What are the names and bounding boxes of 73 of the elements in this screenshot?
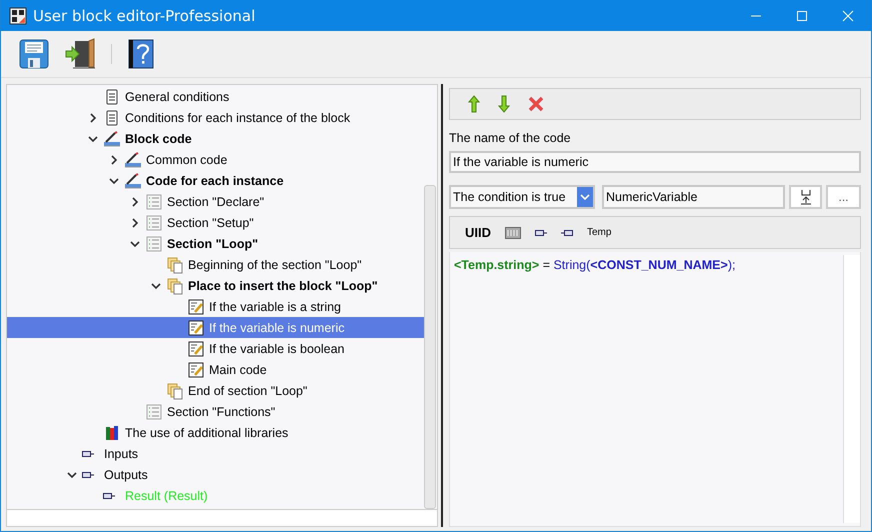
- tree-item[interactable]: The use of additional libraries: [7, 422, 424, 443]
- note-icon: [187, 360, 205, 378]
- chevron-down-icon[interactable]: [88, 134, 98, 142]
- code-icon: [124, 150, 142, 168]
- vertical-scrollbar[interactable]: [843, 255, 860, 523]
- code-icon: [103, 130, 121, 148]
- list-icon: [145, 402, 163, 420]
- temp-button[interactable]: Temp: [587, 227, 612, 238]
- tree-item[interactable]: Section "Setup": [7, 212, 424, 233]
- tree-item[interactable]: If the variable is numeric: [7, 317, 424, 338]
- tree-item[interactable]: If the variable is a string: [7, 296, 424, 317]
- chevron-down-icon[interactable]: [66, 470, 76, 478]
- condition-dropdown[interactable]: The condition is true: [449, 185, 595, 209]
- tree-item[interactable]: End of section "Loop": [7, 380, 424, 401]
- list-icon: [145, 214, 163, 232]
- chevron-right-icon[interactable]: [110, 154, 118, 164]
- tree-item[interactable]: Section "Declare": [7, 191, 424, 212]
- app-icon: [9, 6, 27, 24]
- field-label: The name of the code: [449, 131, 572, 145]
- books-icon: [103, 424, 121, 442]
- tree-item[interactable]: Inputs: [7, 443, 424, 464]
- delete-icon[interactable]: [528, 96, 544, 112]
- arrow-up-icon[interactable]: [468, 95, 480, 113]
- chevron-right-icon[interactable]: [88, 112, 96, 122]
- window-title: User block editor-Professional: [33, 6, 256, 24]
- maximize-icon[interactable]: [796, 10, 808, 22]
- pages-icon: [166, 256, 184, 274]
- note-icon: [187, 298, 205, 316]
- insert-button[interactable]: [789, 185, 822, 209]
- tree-item[interactable]: General conditions: [7, 86, 424, 107]
- tree-item[interactable]: Outputs: [7, 464, 424, 485]
- tree-item[interactable]: Section "Functions": [7, 401, 424, 422]
- tree-item[interactable]: Code for each instance: [7, 170, 424, 191]
- code-line: <Temp.string> = String(<CONST_NUM_NAME>);: [454, 258, 736, 272]
- arrow-down-icon[interactable]: [498, 95, 510, 113]
- chevron-down-icon[interactable]: [150, 282, 160, 290]
- note-icon: [187, 318, 205, 336]
- uiid-button[interactable]: UIID: [465, 225, 491, 240]
- pin-icon: [82, 472, 94, 478]
- browse-button[interactable]: ...: [826, 185, 861, 209]
- variable-field[interactable]: NumericVariable: [602, 185, 785, 209]
- input-pin-icon[interactable]: [535, 230, 547, 236]
- keypad-icon[interactable]: [505, 226, 521, 238]
- tree-item[interactable]: Block code: [7, 128, 424, 149]
- tree-item[interactable]: Main code: [7, 359, 424, 380]
- tree-item[interactable]: Beginning of the section "Loop": [7, 254, 424, 275]
- scrollbar[interactable]: [424, 185, 436, 509]
- save-icon[interactable]: [18, 38, 50, 70]
- tree-item[interactable]: Conditions for each instance of the block: [7, 107, 424, 128]
- pages-icon: [166, 382, 184, 400]
- tree-item[interactable]: Common code: [7, 149, 424, 170]
- tree-item[interactable]: If the variable is boolean: [7, 338, 424, 359]
- name-field[interactable]: If the variable is numeric: [449, 151, 861, 173]
- list-icon: [145, 234, 163, 252]
- tree-item[interactable]: Place to insert the block "Loop": [7, 275, 424, 296]
- list-icon: [145, 192, 163, 210]
- note-icon: [187, 340, 205, 358]
- chevron-down-icon[interactable]: [130, 240, 140, 248]
- horizontal-scrollbar[interactable]: [7, 509, 437, 526]
- pin-icon: [103, 492, 115, 498]
- pages-icon: [166, 276, 184, 294]
- code-icon: [124, 172, 142, 190]
- chevron-right-icon[interactable]: [130, 218, 138, 228]
- help-book-icon[interactable]: [127, 38, 155, 70]
- tree-item[interactable]: Section "Loop": [7, 233, 424, 254]
- chevron-down-icon[interactable]: [108, 176, 118, 184]
- output-pin-icon[interactable]: [561, 230, 573, 236]
- chevron-down-icon: [580, 193, 590, 201]
- insert-icon: [800, 189, 812, 205]
- close-icon[interactable]: [842, 10, 854, 22]
- door-icon[interactable]: [64, 38, 96, 70]
- pin-icon: [82, 450, 94, 456]
- chevron-right-icon[interactable]: [130, 196, 138, 206]
